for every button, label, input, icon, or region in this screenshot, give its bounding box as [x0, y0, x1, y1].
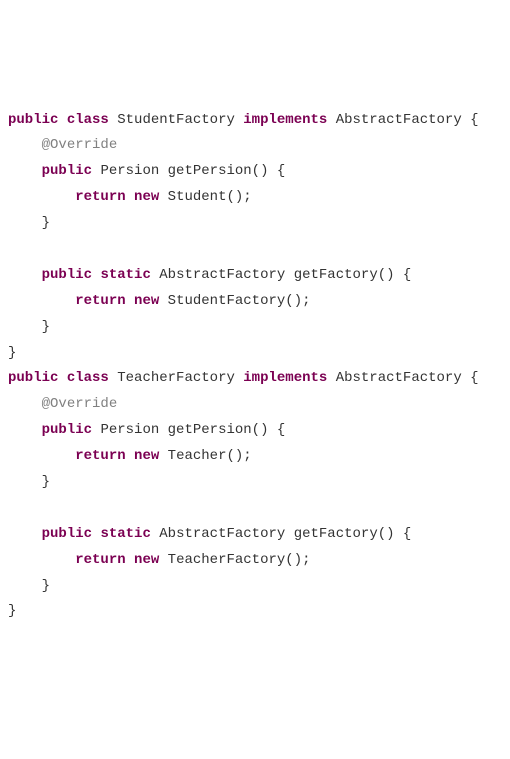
keyword-static: static — [100, 267, 150, 283]
keyword-public: public — [42, 163, 92, 179]
brace-close: } — [8, 603, 16, 619]
brace-close: } — [42, 215, 50, 231]
interface-name: AbstractFactory — [336, 112, 462, 128]
constructor-call: Student(); — [168, 189, 252, 205]
class-name: TeacherFactory — [117, 370, 235, 386]
brace-open: { — [462, 370, 479, 386]
keyword-new: new — [134, 552, 159, 568]
keyword-class: class — [67, 370, 109, 386]
annotation-override: @Override — [42, 137, 118, 153]
method-signature: getFactory() { — [294, 526, 412, 542]
keyword-new: new — [134, 293, 159, 309]
brace-close: } — [42, 578, 50, 594]
keyword-return: return — [75, 189, 125, 205]
keyword-class: class — [67, 112, 109, 128]
interface-name: AbstractFactory — [336, 370, 462, 386]
brace-close: } — [42, 474, 50, 490]
keyword-return: return — [75, 552, 125, 568]
method-signature: getPersion() { — [168, 163, 286, 179]
keyword-static: static — [100, 526, 150, 542]
method-signature: getPersion() { — [168, 422, 286, 438]
return-type: Persion — [100, 163, 159, 179]
constructor-call: Teacher(); — [168, 448, 252, 464]
keyword-public: public — [42, 526, 92, 542]
brace-close: } — [42, 319, 50, 335]
constructor-call: TeacherFactory(); — [168, 552, 311, 568]
brace-close: } — [8, 345, 16, 361]
keyword-new: new — [134, 189, 159, 205]
constructor-call: StudentFactory(); — [168, 293, 311, 309]
brace-open: { — [462, 112, 479, 128]
keyword-public: public — [42, 422, 92, 438]
code-block: public class StudentFactory implements A… — [8, 108, 502, 626]
annotation-override: @Override — [42, 396, 118, 412]
return-type: AbstractFactory — [159, 526, 285, 542]
keyword-public: public — [8, 370, 58, 386]
keyword-public: public — [8, 112, 58, 128]
return-type: Persion — [100, 422, 159, 438]
keyword-public: public — [42, 267, 92, 283]
return-type: AbstractFactory — [159, 267, 285, 283]
keyword-return: return — [75, 293, 125, 309]
method-signature: getFactory() { — [294, 267, 412, 283]
keyword-return: return — [75, 448, 125, 464]
keyword-implements: implements — [243, 370, 327, 386]
keyword-implements: implements — [243, 112, 327, 128]
class-name: StudentFactory — [117, 112, 235, 128]
keyword-new: new — [134, 448, 159, 464]
